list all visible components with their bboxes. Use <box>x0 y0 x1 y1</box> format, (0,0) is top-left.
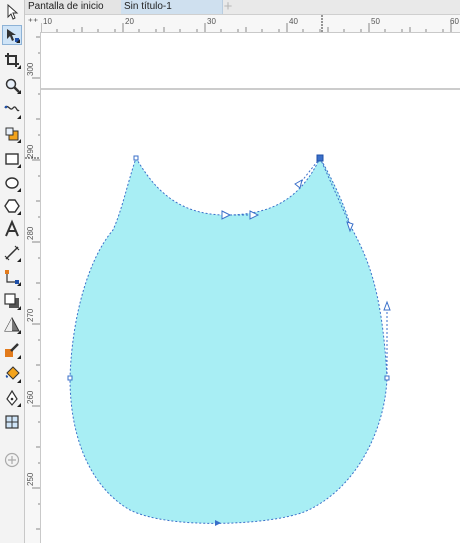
shape-node[interactable] <box>133 155 139 161</box>
control-handle-arrow[interactable] <box>294 178 303 189</box>
hruler-label: 40 <box>289 17 298 26</box>
freehand-tool[interactable] <box>2 100 22 120</box>
shape-node-selected[interactable] <box>316 154 324 162</box>
pick-tool[interactable] <box>2 2 22 22</box>
smart-fill-tool[interactable] <box>2 124 22 144</box>
hruler-label: 10 <box>43 17 52 26</box>
vruler-label: 260 <box>26 390 35 404</box>
canvas-drawing <box>41 88 460 526</box>
rectangle-tool[interactable] <box>2 149 22 169</box>
polygon-tool[interactable] <box>2 196 22 216</box>
crop-tool[interactable] <box>2 50 22 70</box>
parallel-dimension-tool[interactable] <box>2 243 22 263</box>
mesh-fill-tool[interactable] <box>2 412 22 432</box>
add-tab-button[interactable]: + <box>221 0 235 14</box>
horizontal-ruler[interactable]: 10 20 30 40 50 60 <box>41 15 460 33</box>
vruler-label: 280 <box>26 226 35 240</box>
ruler-origin-corner[interactable]: ⁺⁺ <box>25 15 42 33</box>
mesh-fill-icon <box>5 415 19 429</box>
text-a-icon <box>5 219 19 237</box>
vruler-label: 290 <box>26 144 35 158</box>
shape-tool[interactable] <box>2 25 22 45</box>
connector-tool[interactable] <box>2 267 22 287</box>
tab-sin-titulo-1[interactable]: Sin título-1 <box>121 0 223 14</box>
hruler-label: 50 <box>371 17 380 26</box>
drop-shadow-tool[interactable] <box>2 291 22 311</box>
shape-node[interactable] <box>67 375 73 381</box>
arrow-cursor-icon <box>7 3 19 20</box>
ellipse-tool[interactable] <box>2 173 22 193</box>
vertical-ruler-ticks <box>25 36 40 530</box>
hruler-label: 30 <box>207 17 216 26</box>
vertical-ruler[interactable]: 300 290 280 270 260 250 <box>25 32 41 543</box>
hruler-label: 20 <box>125 17 134 26</box>
control-handle-arrow[interactable] <box>383 300 391 311</box>
zoom-tool[interactable] <box>2 75 22 95</box>
interactive-fill-tool[interactable] <box>2 364 22 384</box>
add-circle-icon <box>4 452 20 468</box>
document-tabbar: Pantalla de inicio Sin título-1 + <box>25 0 460 15</box>
transparency-tool[interactable] <box>2 315 22 335</box>
hruler-label: 60 <box>450 17 459 26</box>
vruler-label: 300 <box>26 62 35 76</box>
drawing-canvas[interactable] <box>41 33 460 543</box>
add-tool-button[interactable] <box>2 450 22 470</box>
shape-node[interactable] <box>384 375 390 381</box>
owl-body-shape[interactable] <box>69 156 388 524</box>
color-eyedropper-tool[interactable] <box>2 340 22 360</box>
vruler-label: 250 <box>26 472 35 486</box>
tab-pantalla-de-inicio[interactable]: Pantalla de inicio <box>25 0 126 14</box>
horizontal-ruler-ticks <box>41 15 452 32</box>
toolbox <box>0 0 25 543</box>
text-tool[interactable] <box>2 219 22 239</box>
vruler-label: 270 <box>26 308 35 322</box>
smart-fill-pen-tool[interactable] <box>2 388 22 408</box>
